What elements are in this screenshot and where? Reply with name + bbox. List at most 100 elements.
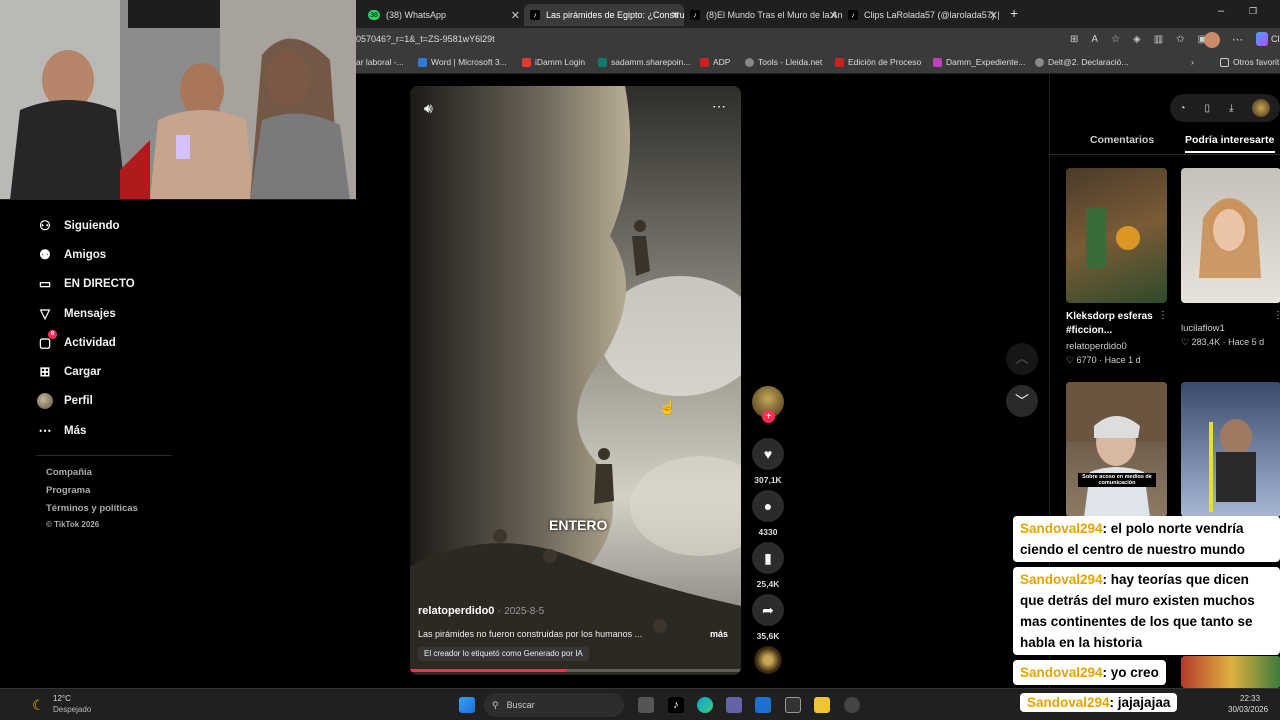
phone-icon[interactable]: ▯: [1205, 103, 1211, 114]
heart-outline-icon: ♡: [1066, 355, 1077, 365]
download-icon[interactable]: ⤓: [1229, 103, 1233, 114]
sidebar-item-following[interactable]: ⚇ Siguiendo: [36, 218, 119, 234]
close-icon[interactable]: ✕: [989, 9, 998, 22]
translate-icon[interactable]: A: [1091, 34, 1098, 45]
minimize-icon[interactable]: –: [1218, 5, 1224, 17]
video-author[interactable]: relatoperdido0 · 2025-8-5: [418, 605, 544, 617]
avatar[interactable]: [1252, 99, 1271, 117]
tiktok-app-icon[interactable]: ♪: [668, 697, 684, 713]
tab-active-video[interactable]: ♪ Las pirámides de Egipto: ¿Constru ✕: [524, 4, 684, 26]
volume-icon[interactable]: 🔊︎: [424, 100, 433, 117]
video-description: Las pirámides no fueron construidas por …: [418, 629, 643, 639]
save-button[interactable]: ▮ 25,4K: [752, 542, 784, 589]
favorites-icon[interactable]: ✩: [1176, 34, 1184, 45]
bookmark[interactable]: sadamm.sharepoin...: [598, 57, 690, 67]
teams-icon[interactable]: [726, 697, 742, 713]
obs-icon[interactable]: [844, 697, 860, 713]
bookmark[interactable]: Edición de Proceso: [835, 57, 921, 67]
bookmark[interactable]: ar laboral -...: [356, 57, 404, 67]
maximize-icon[interactable]: ❐: [1249, 6, 1257, 17]
globe-icon: [1035, 57, 1044, 67]
bookmark[interactable]: iDamm Login: [522, 57, 585, 67]
sidebar-item-friends[interactable]: ⚉ Amigos: [36, 247, 106, 263]
split-icon[interactable]: ▥: [1154, 34, 1163, 45]
tab-mundo[interactable]: ♪ (8)El Mundo Tras el Muro de la An ✕: [684, 4, 842, 26]
tab-comments[interactable]: Comentarios: [1090, 134, 1154, 146]
creator-avatar-button[interactable]: +: [752, 386, 784, 423]
more-link[interactable]: más: [710, 629, 728, 639]
chat-message: Sandoval294: yo creo: [1013, 660, 1166, 685]
search-box[interactable]: ⚲ Buscar: [484, 693, 624, 717]
close-icon[interactable]: ✕: [671, 9, 680, 22]
following-icon: ⚇: [39, 218, 51, 233]
sidebar-item-label: Más: [64, 425, 87, 437]
bookmark[interactable]: Tools - Lleida.net: [745, 57, 822, 67]
bookmark-label: Delt@2. Declaració...: [1048, 57, 1129, 67]
video-title[interactable]: Kleksdorp esferas #ficcion...: [1066, 310, 1158, 338]
comment-button[interactable]: ● 4330: [752, 490, 784, 537]
task-view-icon[interactable]: [638, 697, 654, 713]
video-thumbnail[interactable]: [1181, 656, 1280, 688]
menu-icon[interactable]: ⋯: [1232, 33, 1243, 46]
divider: [1050, 154, 1280, 155]
star-icon[interactable]: ☆: [1111, 34, 1120, 45]
video-player[interactable]: 🔊︎ ⋯ ENTERO relatoperdido0 · 2025-8-5 La…: [410, 86, 741, 675]
like-count: 6770: [1076, 355, 1097, 365]
weather-icon[interactable]: ☾: [32, 697, 45, 714]
divider: [36, 455, 172, 456]
video-stats: ♡ 283,4K · Hace 5 d: [1181, 337, 1265, 347]
more-options-icon[interactable]: ⋯: [712, 98, 726, 115]
share-button[interactable]: ➦ 35,6K: [752, 594, 784, 641]
close-icon[interactable]: ✕: [829, 9, 838, 22]
sidebar-item-live[interactable]: ▭ EN DIRECTO: [36, 276, 135, 292]
progress-track[interactable]: [410, 669, 741, 672]
new-tab-icon[interactable]: +: [1010, 5, 1018, 21]
start-icon[interactable]: [459, 697, 475, 713]
sidebar-item-activity[interactable]: ▢ 8 Actividad: [36, 330, 116, 351]
video-thumbnail[interactable]: [1181, 168, 1280, 303]
tab-might-interest[interactable]: Podría interesarte: [1185, 134, 1274, 146]
bookmark[interactable]: Damm_Expediente...: [933, 57, 1025, 67]
footer-link-program[interactable]: Programa: [46, 485, 90, 496]
author-name[interactable]: relatoperdido0: [418, 605, 494, 617]
sidebar-item-upload[interactable]: ⊞ Cargar: [36, 364, 102, 380]
bookmark[interactable]: Word | Microsoft 3...: [418, 57, 507, 67]
store-icon[interactable]: [755, 697, 771, 713]
next-video-button[interactable]: ﹀: [1006, 385, 1038, 417]
tab-clips[interactable]: ♪ Clips LaRolada57 (@larolada57) | T ✕: [842, 4, 1002, 26]
speed-icon[interactable]: ◔: [1180, 103, 1186, 114]
other-bookmarks[interactable]: Otros favorit: [1220, 57, 1279, 67]
extension-icon[interactable]: ◈: [1133, 34, 1141, 45]
sidebar-item-profile[interactable]: Perfil: [36, 393, 93, 409]
url-field[interactable]: 057046?_r=1&_t=ZS-9581wY6l29t: [356, 34, 495, 44]
more-options-icon[interactable]: ⋮: [1273, 310, 1280, 321]
sidebar-item-messages[interactable]: ▽ Mensajes: [36, 306, 116, 322]
footer-link-company[interactable]: Compañía: [46, 467, 92, 478]
more-options-icon[interactable]: ⋮: [1158, 310, 1168, 321]
video-author[interactable]: relatoperdido0: [1066, 341, 1127, 352]
copilot-icon[interactable]: [1256, 32, 1268, 46]
previous-video-button[interactable]: ︿: [1006, 343, 1038, 375]
sidebar-item-more[interactable]: ⋯ Más: [36, 423, 87, 439]
app-icon[interactable]: [785, 697, 801, 713]
bookmark[interactable]: Delt@2. Declaració...: [1035, 57, 1128, 67]
follow-plus-icon[interactable]: +: [762, 410, 775, 423]
profile-avatar[interactable]: [1204, 32, 1220, 48]
like-button[interactable]: ♥ 307,1K: [752, 438, 784, 485]
chat-username: Sandoval294: [1020, 665, 1103, 680]
video-thumbnail[interactable]: [1066, 168, 1167, 303]
chat-text: : yo creo: [1102, 665, 1159, 680]
close-icon[interactable]: ✕: [511, 9, 520, 22]
video-thumbnail[interactable]: [1181, 382, 1280, 517]
sound-disc[interactable]: [752, 646, 784, 674]
folder-icon[interactable]: [814, 697, 830, 713]
bookmark[interactable]: ADP: [700, 57, 730, 67]
video-date: 2025-8-5: [504, 606, 545, 617]
chevron-right-icon[interactable]: ›: [1191, 57, 1194, 67]
video-thumbnail[interactable]: Sobre acoso en medios de comunicación: [1066, 382, 1167, 517]
footer-link-terms[interactable]: Términos y políticas: [46, 503, 138, 514]
tab-whatsapp[interactable]: 38 (38) WhatsApp ✕: [362, 4, 524, 26]
apps-icon[interactable]: ⊞: [1070, 34, 1078, 45]
edge-icon[interactable]: [697, 697, 713, 713]
video-author[interactable]: lucilaflow1: [1181, 323, 1225, 334]
